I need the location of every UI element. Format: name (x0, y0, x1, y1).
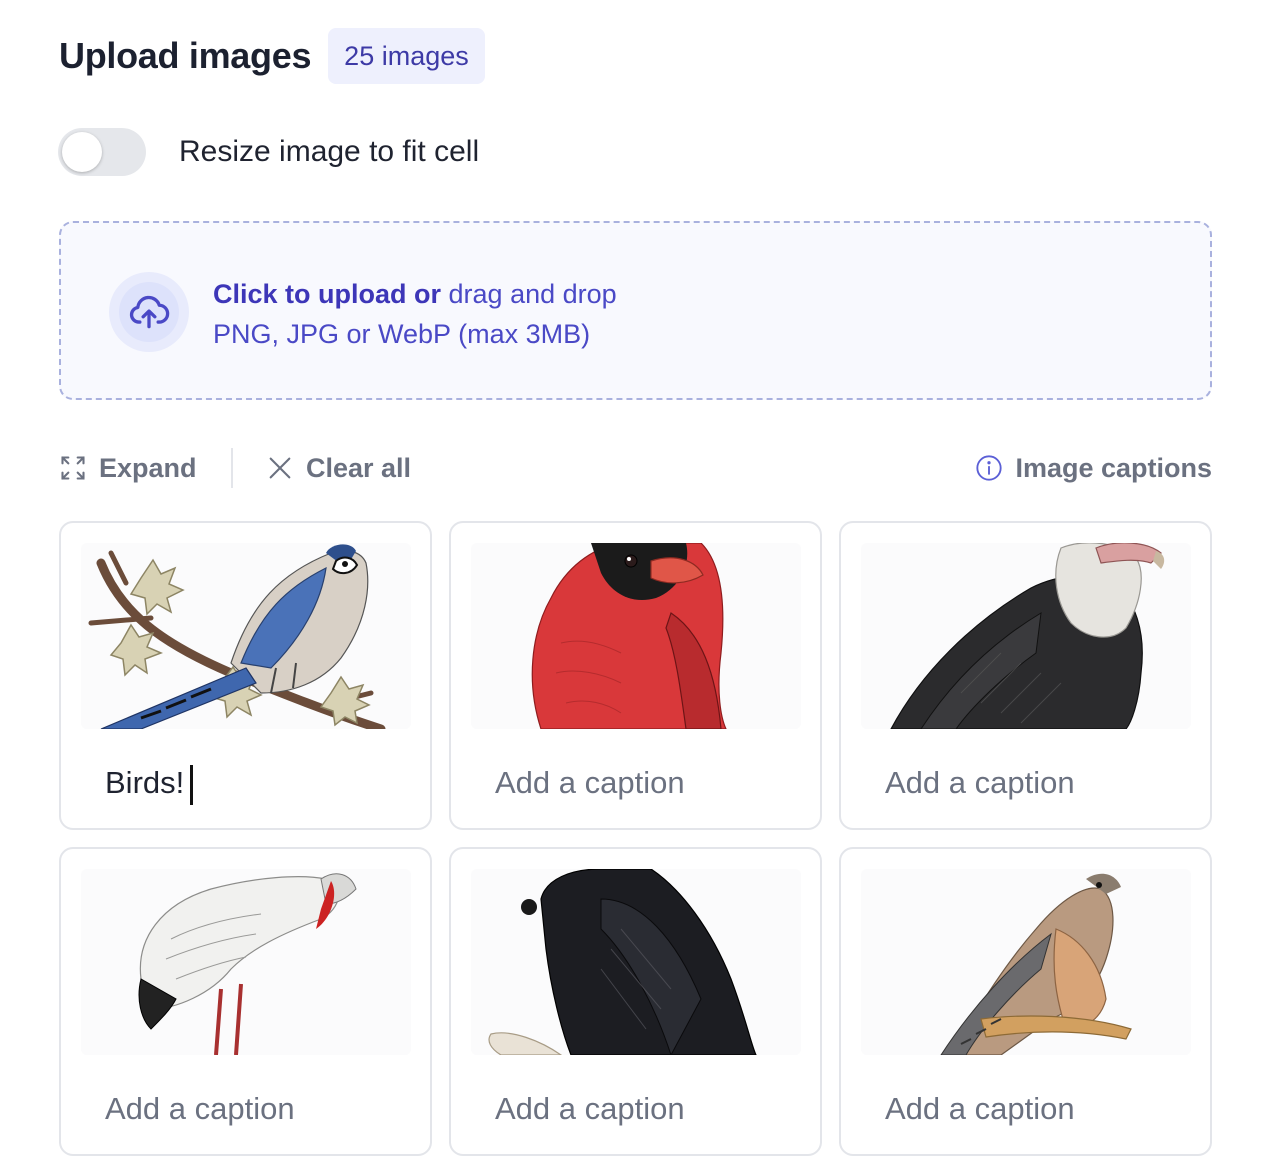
expand-icon (61, 456, 85, 480)
caption-input[interactable] (885, 761, 1175, 805)
clear-all-button[interactable]: Clear all (266, 448, 411, 488)
resize-toggle-label: Resize image to fit cell (179, 135, 480, 168)
upload-cloud-icon (129, 295, 170, 329)
cardinal-image (471, 543, 801, 729)
image-card[interactable] (59, 847, 432, 1156)
crane-image (81, 869, 411, 1055)
upload-text: Click to upload or drag and drop PNG, JP… (213, 274, 617, 354)
page-title: Upload images (59, 35, 312, 76)
drag-and-drop-text: drag and drop (448, 279, 617, 309)
image-thumbnail[interactable] (471, 869, 801, 1055)
resize-toggle-row: Resize image to fit cell (58, 128, 479, 176)
blue-jay-image (81, 543, 411, 729)
expand-button[interactable]: Expand (59, 448, 197, 488)
image-toolbar: Expand Clear all Image captions (59, 448, 1212, 488)
image-card[interactable] (449, 521, 822, 830)
image-card[interactable] (59, 521, 432, 830)
toggle-knob (62, 132, 102, 172)
expand-label: Expand (99, 452, 197, 483)
image-thumbnail[interactable] (81, 869, 411, 1055)
raven-image (471, 869, 801, 1055)
caption-input[interactable] (105, 1087, 395, 1131)
info-icon (976, 455, 1003, 481)
image-captions-button[interactable]: Image captions (975, 448, 1212, 488)
caption-input[interactable] (885, 1087, 1175, 1131)
image-thumbnail[interactable] (471, 543, 801, 729)
text-cursor (190, 765, 193, 805)
image-captions-label: Image captions (1015, 452, 1212, 483)
image-thumbnail[interactable] (81, 543, 411, 729)
upload-icon-wrapper (109, 272, 189, 352)
upload-images-panel: Upload images 25 images Resize image to … (0, 0, 1262, 1170)
caption-input[interactable] (495, 761, 785, 805)
click-to-upload-link[interactable]: Click to upload or (213, 279, 441, 309)
toolbar-divider (231, 448, 233, 488)
caption-input[interactable] (105, 761, 395, 805)
close-icon (269, 457, 291, 479)
vulture-image (861, 543, 1191, 729)
kestrel-image (861, 869, 1191, 1055)
header: Upload images 25 images (59, 28, 485, 84)
accepted-formats-text: PNG, JPG or WebP (max 3MB) (213, 319, 591, 349)
clear-all-label: Clear all (306, 452, 412, 483)
resize-toggle[interactable] (58, 128, 146, 176)
image-thumbnail[interactable] (861, 543, 1191, 729)
upload-dropzone[interactable]: Click to upload or drag and drop PNG, JP… (59, 221, 1212, 400)
image-card[interactable] (839, 847, 1212, 1156)
caption-input[interactable] (495, 1087, 785, 1131)
image-count-badge: 25 images (328, 28, 485, 84)
image-thumbnail[interactable] (861, 869, 1191, 1055)
image-card[interactable] (449, 847, 822, 1156)
image-card[interactable] (839, 521, 1212, 830)
